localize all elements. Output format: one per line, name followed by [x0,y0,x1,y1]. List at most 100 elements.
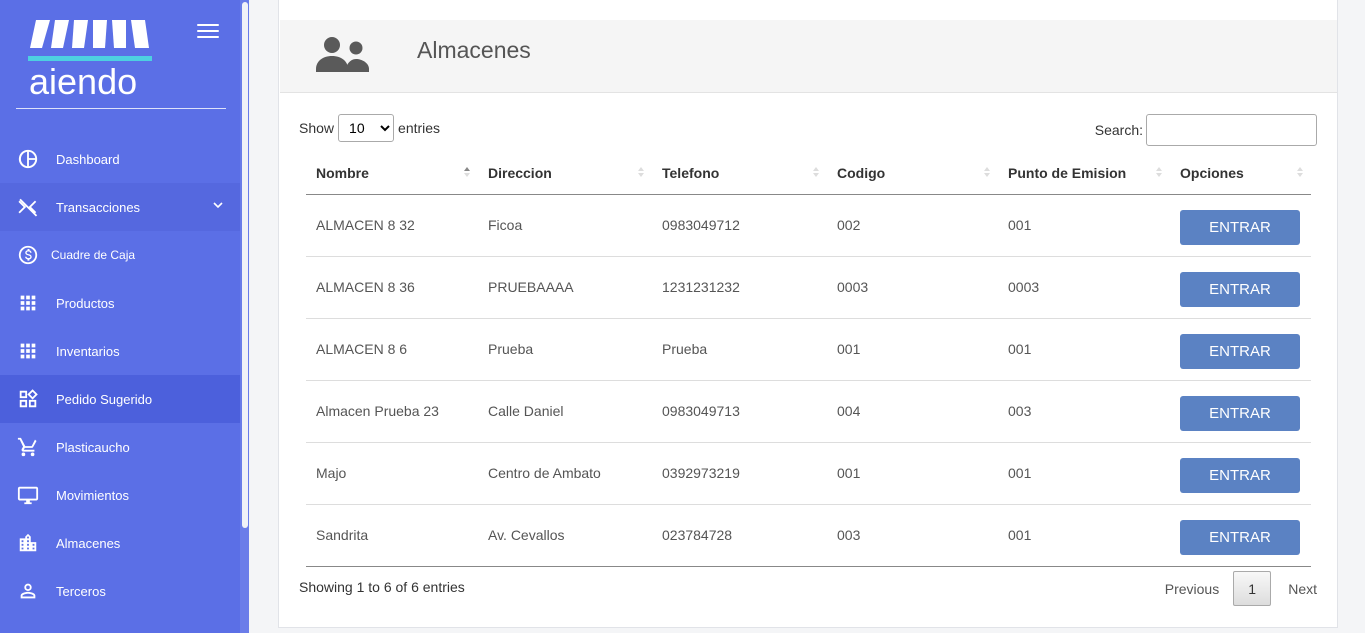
column-header-telefono[interactable]: Telefono [652,152,827,195]
page-title: Almacenes [417,37,531,63]
cell-direccion: Centro de Ambato [478,442,652,505]
search-input[interactable] [1146,114,1317,146]
cell-opciones: ENTRAR [1170,318,1311,381]
pagination: Previous 1 Next [1151,571,1317,606]
sidebar-item-label: Movimientos [56,487,129,503]
previous-page-button[interactable]: Previous [1151,581,1233,597]
cell-opciones: ENTRAR [1170,194,1311,257]
entrar-button[interactable]: ENTRAR [1180,458,1300,493]
table-info: Showing 1 to 6 of 6 entries [299,579,465,595]
cell-punto-de-emision: 0003 [998,256,1170,319]
column-header-opciones[interactable]: Opciones [1170,152,1311,195]
cell-direccion: Av. Cevallos [478,504,652,567]
table-header-row: Nombre Direccion Telefono Codigo Punto d… [306,152,1311,195]
cell-codigo: 002 [827,194,998,257]
cell-punto-de-emision: 001 [998,194,1170,257]
cell-punto-de-emision: 001 [998,442,1170,505]
search-label: Search: [1094,122,1143,138]
entries-label: entries [398,120,441,136]
scrollbar-thumb[interactable] [242,2,248,528]
cell-nombre: ALMACEN 8 36 [306,256,478,319]
page-1-button[interactable]: 1 [1233,571,1272,606]
logo-text: aiendo [29,61,137,100]
sort-icon [984,167,990,177]
table-row: ALMACEN 8 32 Ficoa 0983049712 002 001 EN… [306,194,1311,257]
sidebar-item-label: Transacciones [56,199,141,215]
sidebar-item-pedido-sugerido[interactable]: Pedido Sugerido [0,375,240,423]
cell-punto-de-emision: 003 [998,380,1170,443]
sort-icon [638,167,644,177]
card-header: Almacenes [280,20,1337,93]
table-row: ALMACEN 8 36 PRUEBAAAA 1231231232 0003 0… [306,256,1311,319]
column-header-direccion[interactable]: Direccion [478,152,652,195]
sidebar-item-inventarios[interactable]: Inventarios [0,327,240,375]
table-row: ALMACEN 8 6 Prueba Prueba 001 001 ENTRAR [306,318,1311,381]
column-header-codigo[interactable]: Codigo [827,152,998,195]
sidebar-item-dashboard[interactable]: Dashboard [0,135,240,183]
sidebar: aiendo Dashboard Transacciones Cuadre de… [0,0,249,633]
sidebar-nav: Dashboard Transacciones Cuadre de Caja P… [0,135,240,615]
sidebar-item-label: Dashboard [56,151,120,167]
sidebar-item-transacciones[interactable]: Transacciones [0,183,240,231]
cell-telefono: 0983049713 [652,380,827,443]
cell-telefono: Prueba [652,318,827,381]
cell-nombre: ALMACEN 8 6 [306,318,478,381]
cell-punto-de-emision: 001 [998,504,1170,567]
cell-codigo: 003 [827,504,998,567]
grid-icon [16,339,40,363]
search-control: Search: [1095,114,1317,146]
cell-nombre: Almacen Prueba 23 [306,380,478,443]
cell-direccion: Prueba [478,318,652,381]
logo-divider [16,108,226,109]
table-row: Almacen Prueba 23 Calle Daniel 098304971… [306,380,1311,443]
sidebar-item-productos[interactable]: Productos [0,279,240,327]
cell-opciones: ENTRAR [1170,256,1311,319]
users-icon [316,37,369,72]
cell-codigo: 001 [827,318,998,381]
sidebar-item-label: Productos [56,295,115,311]
sidebar-item-label: Almacenes [56,535,121,551]
sidebar-item-label: Plasticaucho [56,439,130,455]
transactions-icon [16,195,40,219]
sidebar-item-cuadre-de-caja[interactable]: Cuadre de Caja [0,231,240,279]
entrar-button[interactable]: ENTRAR [1180,210,1300,245]
cell-nombre: Majo [306,442,478,505]
cell-direccion: Calle Daniel [478,380,652,443]
entries-length-select[interactable]: 10 [338,114,395,142]
entrar-button[interactable]: ENTRAR [1180,334,1300,369]
sidebar-item-terceros[interactable]: Terceros [0,567,240,615]
cell-punto-de-emision: 001 [998,318,1170,381]
cell-direccion: PRUEBAAAA [478,256,652,319]
sidebar-item-plasticaucho[interactable]: Plasticaucho [0,423,240,471]
person-icon [16,579,40,603]
entrar-button[interactable]: ENTRAR [1180,272,1300,307]
cart-icon [16,435,40,459]
almacenes-table: Nombre Direccion Telefono Codigo Punto d… [306,152,1311,567]
sidebar-item-label: Pedido Sugerido [56,391,153,407]
grid-icon [16,291,40,315]
cell-codigo: 001 [827,442,998,505]
entrar-button[interactable]: ENTRAR [1180,520,1300,555]
sidebar-item-almacenes[interactable]: Almacenes [0,519,240,567]
sidebar-item-movimientos[interactable]: Movimientos [0,471,240,519]
show-label: Show [299,120,335,136]
cell-nombre: ALMACEN 8 32 [306,194,478,257]
cell-telefono: 023784728 [652,504,827,567]
column-header-nombre[interactable]: Nombre [306,152,478,195]
cell-telefono: 0983049712 [652,194,827,257]
sidebar-scrollbar[interactable] [240,0,249,633]
cell-telefono: 0392973219 [652,442,827,505]
sort-icon [1297,167,1303,177]
cell-codigo: 0003 [827,256,998,319]
menu-toggle-icon[interactable] [197,24,219,42]
cell-opciones: ENTRAR [1170,442,1311,505]
column-header-punto-de-emision[interactable]: Punto de Emision [998,152,1170,195]
sort-icon [813,167,819,177]
next-page-button[interactable]: Next [1271,581,1317,597]
sort-icon [1156,167,1162,177]
entrar-button[interactable]: ENTRAR [1180,396,1300,431]
sidebar-item-label: Inventarios [56,343,120,359]
dollar-icon [16,243,40,267]
cell-nombre: Sandrita [306,504,478,567]
entries-length-control: Show 10 entries [299,114,440,142]
